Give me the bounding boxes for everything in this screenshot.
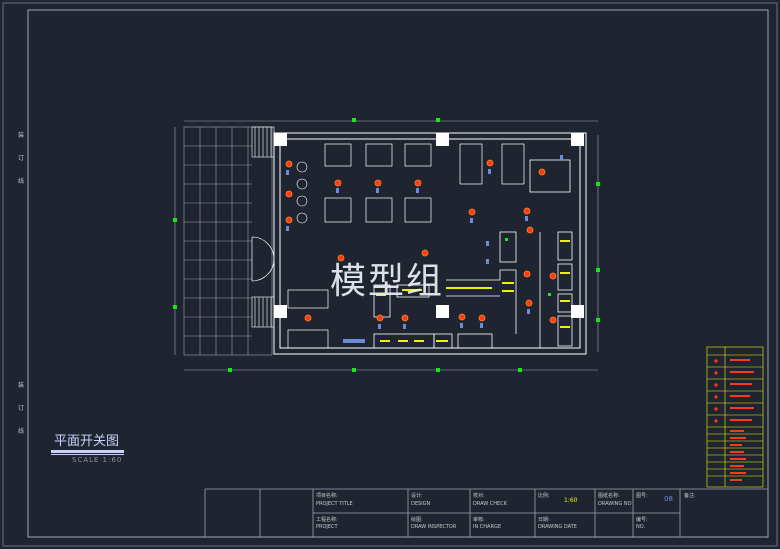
green-markers xyxy=(505,238,551,296)
title-underline-thin xyxy=(51,454,124,455)
tb-date-value: DRAWING DATE xyxy=(538,524,577,530)
tb-drawing-label: 工程名称: xyxy=(316,517,338,523)
round-tables xyxy=(296,161,308,224)
tb-design-label: 设计: xyxy=(411,493,423,499)
watermark: 模型组 xyxy=(330,261,445,302)
side-label-5: 订 xyxy=(18,405,25,412)
tb-num-value: NO. xyxy=(636,524,646,530)
tb-notes-title: 备注: xyxy=(684,493,696,499)
tb-sheet-value: DRAWING NO xyxy=(598,501,632,507)
tb-sheet-label: 图纸名称: xyxy=(598,493,620,499)
side-label-1: 装 xyxy=(18,132,25,139)
tb-no-label: 图号: xyxy=(636,493,648,499)
side-label-2: 订 xyxy=(18,155,25,162)
drawing-scale: SCALE 1:60 xyxy=(72,456,123,464)
tb-no-value: 08 xyxy=(664,495,673,503)
tb-draw-value: DRAW INSPECTOR xyxy=(411,524,457,530)
entrance-doors xyxy=(251,236,275,282)
tb-project-label: 项目名称: xyxy=(316,493,338,499)
legend-text-marks xyxy=(730,359,754,481)
blue-circuit-numbers xyxy=(286,155,563,343)
tb-date-label: 日期: xyxy=(538,517,550,523)
tb-scale-label: 比例: xyxy=(538,493,550,499)
tb-draw-label: 绘图: xyxy=(411,517,423,523)
side-label-4: 装 xyxy=(18,382,25,389)
tb-design-value: DESIGN xyxy=(411,501,431,507)
tb-drawing-value: PROJECT xyxy=(316,524,338,530)
tb-check2-value: IN CHARGE xyxy=(473,524,501,530)
side-label-6: 线 xyxy=(18,428,25,435)
tb-check-value: DRAW CHECK xyxy=(473,501,507,507)
tb-project-value: PROJECT TITLE xyxy=(316,501,353,507)
dimension-lines xyxy=(174,120,599,371)
stairs xyxy=(251,126,275,328)
title-underline-thick xyxy=(51,450,124,453)
tb-check-label: 校对: xyxy=(473,493,485,499)
tb-num-label: 编号: xyxy=(636,517,648,523)
drawing-title: 平面开关图 xyxy=(54,434,120,449)
tb-scale-value: 1:60 xyxy=(564,497,578,504)
side-label-3: 线 xyxy=(18,178,25,185)
tb-check2-label: 审核: xyxy=(473,517,485,523)
